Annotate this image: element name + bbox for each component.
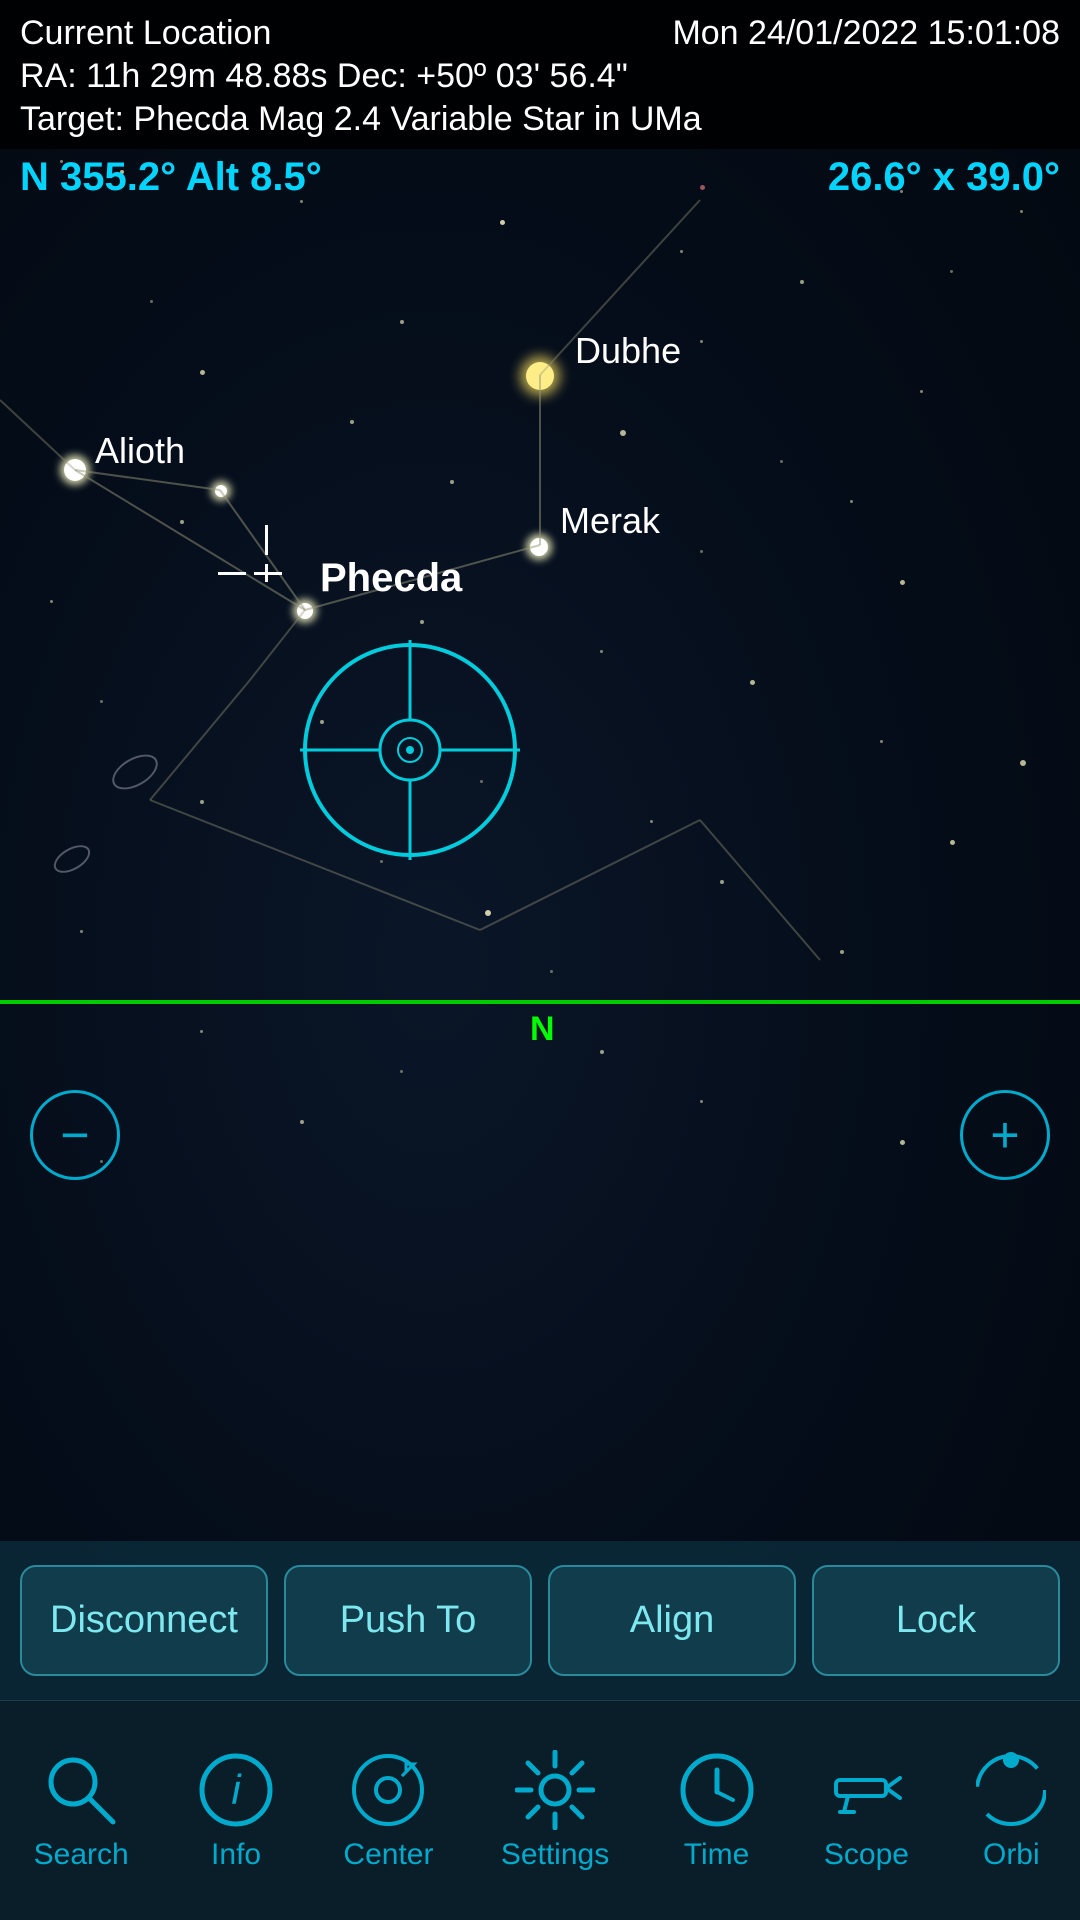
nav-bar: Search i Info Center [0, 1700, 1080, 1920]
lock-button[interactable]: Lock [812, 1565, 1060, 1676]
orbit-icon [976, 1750, 1046, 1830]
nav-info-label: Info [211, 1838, 261, 1872]
nav-info[interactable]: i Info [196, 1750, 276, 1872]
header: Current Location Mon 24/01/2022 15:01:08… [0, 0, 1080, 149]
disconnect-button[interactable]: Disconnect [20, 1565, 268, 1676]
align-button[interactable]: Align [548, 1565, 796, 1676]
nav-center-label: Center [343, 1838, 433, 1872]
nav-time[interactable]: Time [677, 1750, 757, 1872]
fov-display: 26.6° x 39.0° [828, 155, 1060, 200]
target-info: Target: Phecda Mag 2.4 Variable Star in … [20, 100, 1060, 139]
settings-icon [515, 1750, 595, 1830]
nav-time-label: Time [684, 1838, 750, 1872]
location-label: Current Location [20, 14, 271, 53]
nav-search[interactable]: Search [34, 1750, 129, 1872]
overlay-info: N 355.2° Alt 8.5° 26.6° x 39.0° [0, 155, 1080, 200]
nav-orbit-label: Orbi [983, 1838, 1040, 1872]
telescope-reticle [300, 640, 520, 860]
north-label: N [530, 1010, 555, 1049]
action-bar: Disconnect Push To Align Lock [0, 1541, 1080, 1700]
datetime: Mon 24/01/2022 15:01:08 [672, 14, 1060, 53]
nav-center[interactable]: Center [343, 1750, 433, 1872]
phecda-label: Phecda [320, 556, 462, 601]
zoom-out-button[interactable]: − [30, 1090, 120, 1180]
time-icon [677, 1750, 757, 1830]
nav-search-label: Search [34, 1838, 129, 1872]
nav-scope[interactable]: Scope [824, 1750, 909, 1872]
merak-label: Merak [560, 500, 660, 542]
svg-text:i: i [231, 1766, 242, 1813]
search-icon [41, 1750, 121, 1830]
az-alt-display: N 355.2° Alt 8.5° [20, 155, 322, 200]
nav-orbit[interactable]: Orbi [976, 1750, 1046, 1872]
alioth-label: Alioth [95, 430, 185, 472]
push-to-button[interactable]: Push To [284, 1565, 532, 1676]
nav-settings-label: Settings [501, 1838, 609, 1872]
scope-icon [826, 1750, 906, 1830]
nav-settings[interactable]: Settings [501, 1750, 609, 1872]
north-line [0, 1000, 1080, 1004]
zoom-in-button[interactable]: + [960, 1090, 1050, 1180]
sky-view[interactable]: Alioth Merak Dubhe Phecda [0, 0, 1080, 1600]
info-icon: i [196, 1750, 276, 1830]
dubhe-label: Dubhe [575, 330, 681, 372]
center-icon [348, 1750, 428, 1830]
ra-dec: RA: 11h 29m 48.88s Dec: +50º 03' 56.4" [20, 57, 1060, 96]
nav-scope-label: Scope [824, 1838, 909, 1872]
